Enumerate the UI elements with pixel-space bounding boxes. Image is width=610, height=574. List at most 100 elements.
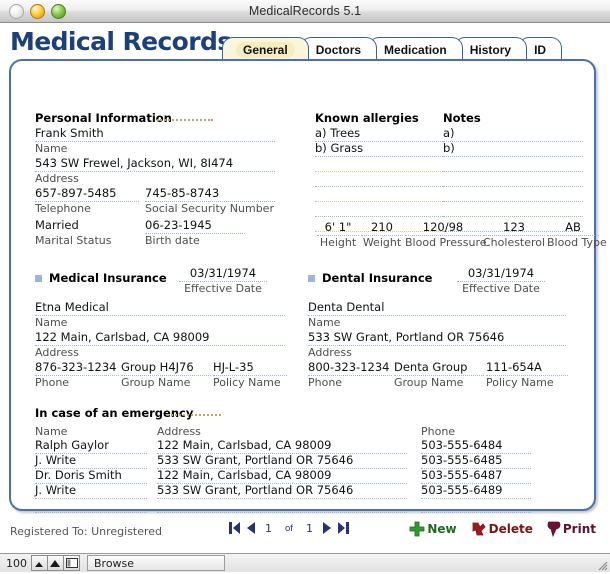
table-row[interactable]: 533 SW Grant, Portland OR 75646 — [157, 454, 407, 469]
note-blank-line-1[interactable] — [443, 171, 583, 172]
vital-weight-value: 210 — [371, 220, 393, 234]
note-entry-b-underline — [443, 156, 583, 157]
mode-label: Browse — [94, 556, 135, 570]
previous-record-icon — [247, 522, 255, 534]
record-of-label: of — [285, 522, 293, 534]
table-row[interactable]: 503-555-6487 — [421, 469, 531, 484]
table-row[interactable]: Ralph Gaylor — [35, 439, 147, 454]
medical-insurance-address-label: Address — [35, 346, 79, 359]
print-button[interactable]: Print — [547, 521, 596, 537]
medical-insurance-phone-label: Phone — [35, 376, 70, 389]
mode-selector[interactable]: Browse — [87, 555, 225, 571]
resize-grip[interactable] — [595, 558, 608, 571]
field-birth-date-label: Birth date — [145, 234, 200, 247]
note-blank-line-3[interactable] — [443, 201, 583, 202]
medical-insurance-address[interactable]: 122 Main, Carlsbad, CA 98009 Address — [35, 331, 285, 359]
delete-button-label: Delete — [488, 522, 533, 536]
tab-medication[interactable]: Medication — [368, 37, 463, 61]
current-record-number[interactable]: 1 — [260, 522, 277, 535]
emergency-phone-3: 503-555-6487 — [421, 468, 503, 482]
known-allergies-heading: Known allergies — [315, 111, 419, 125]
tab-doctors[interactable]: Doctors — [299, 37, 378, 61]
medical-insurance-group-value: Group H4J76 — [121, 360, 194, 374]
record-panel: Personal Information Frank Smith Name 54… — [9, 59, 607, 513]
last-record-icon — [337, 522, 349, 534]
first-record-button[interactable] — [228, 520, 241, 536]
vital-blood-pressure[interactable]: 120/98 Blood Pressure — [405, 221, 487, 249]
note-blank-line-4[interactable] — [443, 216, 583, 217]
emergency-name-2: J. Write — [35, 453, 77, 467]
medical-insurance-policy[interactable]: HJ-L-35 Policy Name — [213, 361, 287, 389]
status-toolbar-toggle[interactable] — [63, 555, 80, 571]
previous-record-button[interactable] — [245, 520, 256, 536]
zoom-out-button[interactable] — [31, 555, 48, 571]
medical-effective-date[interactable]: 03/31/1974 Effective Date — [179, 267, 267, 295]
field-marital-status[interactable]: Married Marital Status — [35, 218, 139, 248]
dental-insurance-phone[interactable]: 800-323-1234 Phone — [308, 361, 392, 389]
dental-insurance-name[interactable]: Denta Dental Name — [308, 301, 566, 329]
next-record-button[interactable] — [322, 520, 333, 536]
window-title: MedicalRecords 5.1 — [248, 4, 362, 18]
note-entry-a[interactable]: a) — [443, 127, 583, 142]
table-row[interactable]: J. Write — [35, 454, 147, 469]
table-row[interactable]: 122 Main, Carlsbad, CA 98009 — [157, 439, 407, 454]
field-marital-status-value: Married — [35, 218, 79, 232]
field-address[interactable]: 543 SW Frewel, Jackson, WI, 8I474 Addres… — [35, 157, 275, 185]
vital-weight[interactable]: 210 Weight — [361, 221, 403, 249]
field-ssn-label: Social Security Number — [145, 202, 274, 215]
dental-effective-date[interactable]: 03/31/1974 Effective Date — [457, 267, 545, 295]
field-marital-status-label: Marital Status — [35, 234, 112, 247]
note-entry-a-value: a) — [443, 126, 455, 140]
window-title-bar[interactable]: MedicalRecords 5.1 — [0, 0, 610, 23]
medical-insurance-group[interactable]: Group H4J76 Group Name — [121, 361, 211, 389]
emergency-column-name: Name — [35, 425, 68, 438]
field-telephone-label: Telephone — [35, 202, 91, 215]
vital-height[interactable]: 6' 1" Height — [317, 221, 359, 249]
tab-history[interactable]: History — [453, 37, 528, 61]
field-name[interactable]: Frank Smith Name — [35, 127, 275, 155]
tab-general[interactable]: General — [222, 37, 309, 61]
vital-blood-type[interactable]: AB Blood Type — [547, 220, 607, 249]
dental-insurance-group-label: Group Name — [394, 376, 464, 389]
zoom-level: 100 — [6, 556, 27, 570]
note-entry-b[interactable]: b) — [443, 142, 583, 157]
field-ssn[interactable]: 745-85-8743 Social Security Number — [145, 187, 275, 215]
resize-grip-icon — [598, 561, 608, 571]
tab-medication-label: Medication — [384, 42, 447, 57]
last-record-button[interactable] — [337, 520, 350, 536]
dental-insurance-policy[interactable]: 111-654A Policy Name — [486, 361, 568, 389]
emergency-phone-4: 503-555-6489 — [421, 483, 503, 497]
vital-cholesterol[interactable]: 123 Cholesterol — [483, 221, 545, 249]
delete-button[interactable]: Delete — [471, 521, 533, 537]
table-row[interactable]: J. Write — [35, 484, 147, 499]
table-row[interactable]: 122 Main, Carlsbad, CA 98009 — [157, 469, 407, 484]
table-row[interactable]: 533 SW Grant, Portland OR 75646 — [157, 484, 407, 499]
emergency-blank-address-5[interactable] — [157, 512, 407, 513]
medical-insurance-policy-value: HJ-L-35 — [213, 360, 254, 374]
field-telephone[interactable]: 657-897-5485 Telephone — [35, 187, 139, 215]
table-row[interactable]: 503-555-6489 — [421, 484, 531, 499]
table-row[interactable]: Dr. Doris Smith — [35, 469, 147, 484]
emergency-phone-1: 503-555-6484 — [421, 438, 503, 452]
dental-effective-date-value: 03/31/1974 — [467, 266, 535, 280]
emergency-blank-phone-5[interactable] — [421, 512, 531, 513]
dental-insurance-group[interactable]: Denta Group Group Name — [394, 361, 484, 389]
table-row[interactable]: 503-555-6485 — [421, 454, 531, 469]
zoom-in-button[interactable] — [47, 555, 64, 571]
note-blank-line-2[interactable] — [443, 186, 583, 187]
record-canvas: Personal Information Frank Smith Name 54… — [11, 61, 607, 513]
vital-blood-pressure-label: Blood Pressure — [405, 236, 487, 249]
medical-insurance-name[interactable]: Etna Medical Name — [35, 301, 285, 329]
emergency-address-1: 122 Main, Carlsbad, CA 98009 — [157, 438, 332, 452]
new-button[interactable]: New — [409, 521, 457, 537]
emergency-blank-name-5[interactable] — [35, 512, 147, 513]
medical-insurance-address-value: 122 Main, Carlsbad, CA 98009 — [35, 330, 210, 344]
app-header: Medical Records General Doctors Medicati… — [0, 23, 610, 61]
medical-insurance-phone[interactable]: 876-323-1234 Phone — [35, 361, 119, 389]
vital-blood-type-value: AB — [565, 220, 581, 234]
dental-insurance-address[interactable]: 533 SW Grant, Portland OR 75646 Address — [308, 331, 566, 359]
dental-insurance-group-value: Denta Group — [394, 360, 468, 374]
field-name-label: Name — [35, 142, 68, 155]
field-birth-date[interactable]: 06-23-1945 Birth date — [145, 219, 245, 247]
table-row[interactable]: 503-555-6484 — [421, 439, 531, 454]
